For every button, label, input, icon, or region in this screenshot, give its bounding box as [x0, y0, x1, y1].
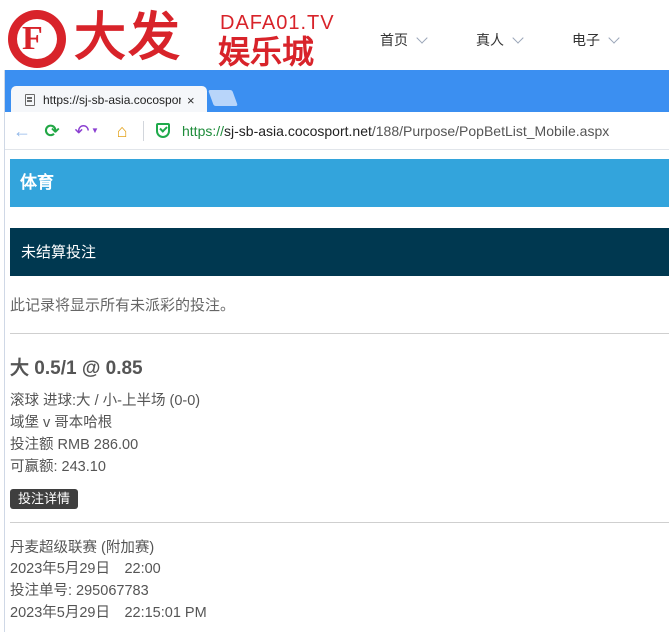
bet-details-button[interactable]: 投注详情 — [10, 489, 79, 509]
browser-window: https://sj-sb-asia.cocosport.net/188/Pur… — [4, 70, 669, 632]
chevron-down-icon — [512, 32, 524, 44]
bet-ticket-number: 投注单号: 295067783 — [10, 583, 149, 599]
bet-league: 丹麦超级联赛 (附加赛) — [10, 540, 155, 556]
undo-icon[interactable]: ↶ — [73, 122, 91, 140]
logo-wordmark: 大发 — [74, 8, 183, 68]
bet-placed-time: 2023年5月29日 22:15:01 PM — [10, 605, 207, 621]
page-icon — [25, 94, 35, 106]
bet-to-win: 可赢额: 243.10 — [10, 459, 106, 475]
shield-check-icon[interactable] — [156, 123, 170, 138]
sport-header: 体育 — [10, 159, 669, 207]
page-content: 体育 未结算投注 此记录将显示所有未派彩的投注。 大 0.5/1 @ 0.85 … — [5, 151, 669, 632]
new-tab-button[interactable] — [208, 90, 238, 106]
info-note: 此记录将显示所有未派彩的投注。 — [10, 297, 236, 314]
divider — [10, 333, 669, 334]
logo-emblem-icon: F — [8, 10, 66, 68]
back-arrow-icon[interactable]: ← — [13, 122, 31, 140]
address-bar[interactable]: https://sj-sb-asia.cocosport.net/188/Pur… — [182, 123, 609, 139]
bet-match: 域堡 v 哥本哈根 — [10, 415, 113, 431]
tab-title: https://sj-sb-asia.cocosport.net/188/Pur… — [43, 93, 181, 107]
logo-subtitle: 娱乐城 — [218, 33, 315, 71]
bet-stake: 投注额 RMB 286.00 — [10, 437, 139, 453]
dropdown-arrow-icon[interactable]: ▼ — [91, 122, 99, 140]
nav-item-slots[interactable]: 电子 — [572, 30, 620, 50]
browser-tab-active[interactable]: https://sj-sb-asia.cocosport.net/188/Pur… — [11, 86, 207, 114]
toolbar-divider — [143, 120, 144, 141]
home-icon[interactable]: ⌂ — [113, 122, 131, 140]
site-header: F 大发 DAFA01.TV 娱乐城 首页 真人 电子 — [0, 0, 669, 70]
divider — [10, 522, 669, 523]
chevron-down-icon — [608, 32, 620, 44]
browser-toolbar: ← ⟳ ↶ ▼ ⌂ https://sj-sb-asia.cocosport.n… — [5, 112, 669, 150]
bet-match-time: 2023年5月29日 22:00 — [10, 561, 161, 577]
site-logo[interactable]: F 大发 DAFA01.TV 娱乐城 — [8, 8, 338, 71]
nav-item-home[interactable]: 首页 — [380, 30, 428, 50]
chevron-down-icon — [416, 32, 428, 44]
logo-domain: DAFA01.TV — [220, 12, 335, 34]
bet-pick: 大 0.5/1 @ 0.85 — [10, 358, 143, 379]
top-nav: 首页 真人 电子 — [380, 30, 620, 50]
bet-market: 滚球 进球:大 / 小-上半场 (0-0) — [10, 393, 201, 409]
reload-icon[interactable]: ⟳ — [43, 122, 61, 140]
close-icon[interactable]: × — [187, 93, 195, 108]
section-header: 未结算投注 — [10, 228, 669, 276]
tab-bar: https://sj-sb-asia.cocosport.net/188/Pur… — [5, 70, 669, 114]
nav-item-live[interactable]: 真人 — [476, 30, 524, 50]
